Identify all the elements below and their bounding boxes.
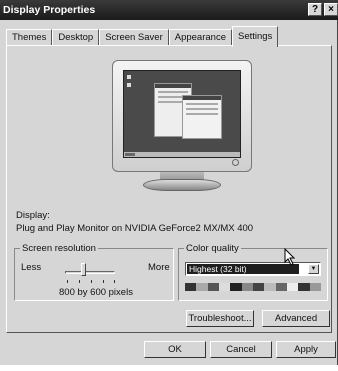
color-quality-select[interactable]: Highest (32 bit) ▼	[185, 262, 321, 276]
slider-tick	[114, 280, 115, 283]
slider-tick	[103, 280, 104, 283]
resolution-slider-track[interactable]	[65, 271, 115, 274]
monitor-base	[143, 179, 221, 191]
ok-button[interactable]: OK	[144, 341, 206, 358]
display-properties-dialog: Display Properties ? × Themes Desktop Sc…	[0, 0, 338, 365]
color-spectrum-bar	[185, 283, 321, 291]
screen-resolution-legend: Screen resolution	[22, 243, 96, 254]
power-icon	[232, 159, 239, 166]
preview-taskbar	[124, 152, 240, 157]
advanced-button[interactable]: Advanced	[262, 310, 330, 327]
tab-strip: Themes Desktop Screen Saver Appearance S…	[6, 26, 279, 47]
resolution-value: 800 by 600 pixels	[59, 287, 133, 298]
title-bar[interactable]: Display Properties ? ×	[0, 0, 338, 20]
resolution-less-label: Less	[21, 262, 42, 273]
monitor-preview	[112, 60, 252, 172]
resolution-slider-thumb[interactable]	[81, 263, 86, 276]
close-button[interactable]: ×	[324, 3, 338, 16]
slider-tick	[79, 280, 80, 283]
window-title: Display Properties	[3, 4, 96, 16]
slider-tick	[91, 280, 92, 283]
tab-settings[interactable]: Settings	[231, 26, 279, 47]
mouse-pointer-icon	[284, 248, 296, 266]
tab-desktop[interactable]: Desktop	[52, 29, 100, 46]
resolution-more-label: More	[148, 262, 170, 273]
help-button[interactable]: ?	[308, 3, 322, 16]
desktop-icon	[127, 83, 131, 87]
desktop-icon	[127, 75, 131, 79]
cancel-button[interactable]: Cancel	[210, 341, 272, 358]
monitor-screen	[123, 70, 241, 158]
slider-tick	[67, 280, 68, 283]
troubleshoot-button[interactable]: Troubleshoot...	[186, 310, 254, 327]
dropdown-arrow-icon[interactable]: ▼	[308, 264, 319, 274]
display-label: Display:	[16, 210, 50, 221]
tab-screen-saver[interactable]: Screen Saver	[99, 29, 169, 46]
apply-button[interactable]: Apply	[276, 341, 336, 358]
display-value: Plug and Play Monitor on NVIDIA GeForce2…	[16, 223, 254, 234]
color-quality-legend: Color quality	[186, 243, 239, 254]
preview-window	[182, 95, 222, 139]
tab-appearance[interactable]: Appearance	[168, 29, 232, 46]
tab-themes[interactable]: Themes	[6, 29, 53, 46]
color-quality-value: Highest (32 bit)	[187, 264, 299, 274]
